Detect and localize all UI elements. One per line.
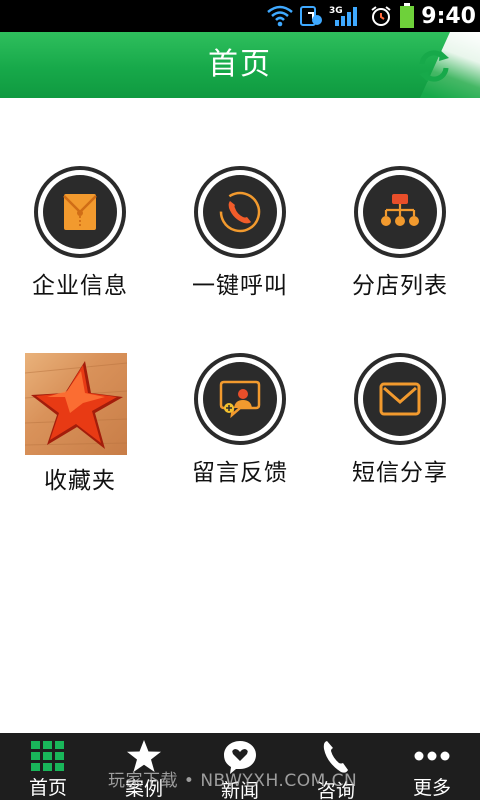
status-bar: 3G 9:40 bbox=[0, 0, 480, 32]
star-image bbox=[24, 353, 128, 455]
icon-circle bbox=[354, 166, 446, 258]
wifi-icon bbox=[267, 5, 294, 27]
signal-icon: 3G bbox=[329, 4, 363, 28]
clock-time: 9:40 bbox=[421, 3, 476, 29]
bottom-nav: 首页 案例 新闻 咨询 更多 bbox=[0, 733, 480, 800]
phone-icon bbox=[323, 741, 348, 773]
page-title: 首页 bbox=[208, 47, 272, 82]
grid-item-sms-share[interactable]: 短信分享 bbox=[320, 353, 480, 553]
envelope-icon bbox=[63, 194, 97, 230]
nav-news[interactable]: 新闻 bbox=[192, 733, 288, 800]
icon-circle bbox=[194, 166, 286, 258]
icon-circle bbox=[34, 166, 126, 258]
app-header: 首页 bbox=[0, 32, 480, 98]
refresh-button[interactable] bbox=[414, 46, 454, 86]
icon-circle bbox=[354, 353, 446, 445]
grid-item-branch-list[interactable]: 分店列表 bbox=[320, 166, 480, 366]
grid-item-company-info[interactable]: 企业信息 bbox=[0, 166, 160, 366]
phone-icon bbox=[219, 191, 261, 233]
org-chart-icon bbox=[381, 194, 419, 226]
star-icon bbox=[127, 740, 161, 772]
alarm-icon bbox=[369, 4, 393, 28]
nav-label: 案例 bbox=[124, 778, 163, 800]
grid-item-label: 留言反馈 bbox=[192, 460, 288, 486]
nav-label: 首页 bbox=[28, 777, 67, 799]
grid-item-one-click-call[interactable]: 一键呼叫 bbox=[160, 166, 320, 366]
chat-heart-icon bbox=[224, 741, 256, 774]
nav-label: 更多 bbox=[412, 777, 451, 799]
more-dots-icon bbox=[414, 751, 450, 760]
grid-icon bbox=[31, 740, 64, 771]
nav-home[interactable]: 首页 bbox=[0, 733, 96, 800]
battery-icon bbox=[399, 3, 415, 29]
network-type-label: 3G bbox=[329, 6, 343, 16]
refresh-icon bbox=[419, 50, 449, 82]
nav-label: 新闻 bbox=[220, 780, 259, 800]
mail-icon bbox=[379, 382, 421, 416]
grid-item-feedback[interactable]: 留言反馈 bbox=[160, 353, 320, 553]
grid-item-label: 收藏夹 bbox=[44, 468, 116, 494]
nav-cases[interactable]: 案例 bbox=[96, 733, 192, 800]
feedback-icon bbox=[219, 380, 261, 419]
grid-item-label: 一键呼叫 bbox=[192, 273, 288, 299]
grid-item-label: 短信分享 bbox=[352, 460, 448, 486]
grid-item-favorites[interactable]: 收藏夹 bbox=[0, 353, 160, 553]
nav-consult[interactable]: 咨询 bbox=[288, 733, 384, 800]
nav-label: 咨询 bbox=[316, 780, 355, 800]
icon-circle bbox=[194, 353, 286, 445]
grid-item-label: 分店列表 bbox=[352, 273, 448, 299]
sync-icon bbox=[299, 4, 323, 28]
nav-more[interactable]: 更多 bbox=[384, 733, 480, 800]
grid-item-label: 企业信息 bbox=[32, 273, 128, 299]
